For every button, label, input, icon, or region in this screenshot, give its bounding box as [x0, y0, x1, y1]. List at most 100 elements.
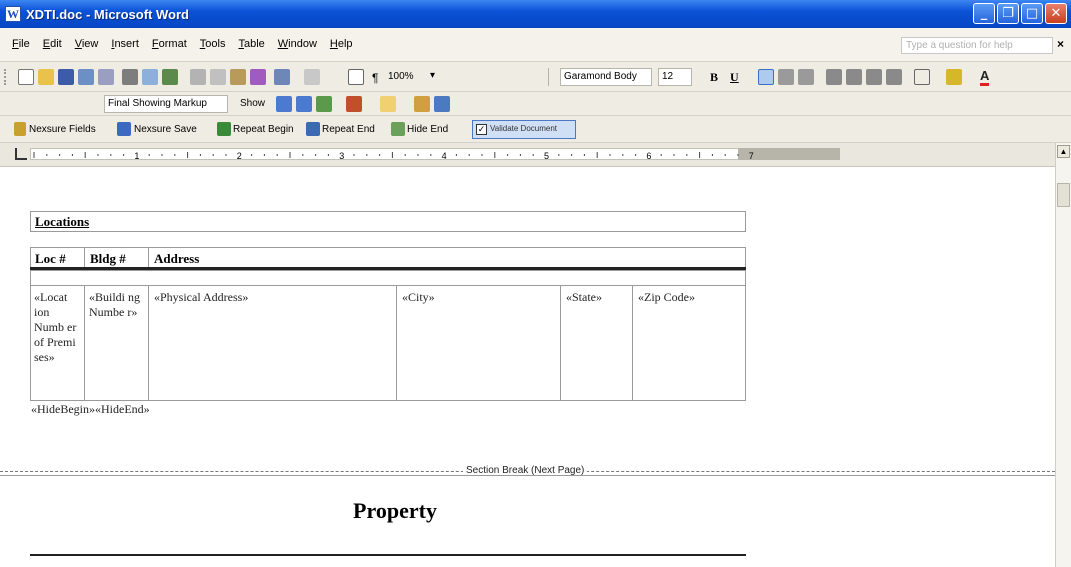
zoom-dropdown-icon[interactable]: ▾ — [430, 70, 435, 81]
hide-begin-end-fields[interactable]: «HideBegin»«HideEnd» — [31, 402, 150, 417]
show-hide-pilcrow-icon[interactable]: ¶ — [372, 71, 378, 85]
copy-icon[interactable] — [210, 69, 226, 85]
property-rule-line — [30, 554, 746, 556]
field-building-number[interactable]: «Buildi ng Numbe r» — [89, 290, 145, 320]
menu-format[interactable]: Format — [152, 38, 187, 50]
borders-icon[interactable] — [914, 69, 930, 85]
format-painter-icon[interactable] — [250, 69, 266, 85]
cut-icon[interactable] — [190, 69, 206, 85]
accept-change-icon[interactable] — [316, 96, 332, 112]
menu-edit[interactable]: Edit — [43, 38, 62, 50]
minimize-button[interactable]: _ — [973, 3, 995, 24]
field-city[interactable]: «City» — [402, 290, 435, 305]
hide-end-icon — [391, 122, 405, 136]
menu-tools[interactable]: Tools — [200, 38, 226, 50]
nexsure-save-icon — [117, 122, 131, 136]
standard-toolbar: ¶ 100% ▾ Garamond Body 12 B U A — [0, 62, 1071, 92]
zoom-combo[interactable]: 100% — [388, 71, 414, 82]
ruler-number: 3 — [339, 151, 344, 161]
nexsure-toolbar: Nexsure Fields Nexsure Save Repeat Begin… — [0, 116, 1071, 143]
ruler-number: 5 — [544, 151, 549, 161]
close-button[interactable]: ✕ — [1045, 3, 1067, 24]
open-folder-icon[interactable] — [38, 69, 54, 85]
menu-view[interactable]: View — [75, 38, 99, 50]
font-size-combo[interactable]: 12 — [658, 68, 692, 86]
next-change-icon[interactable] — [296, 96, 312, 112]
reviewing-toolbar: Final Showing Markup Show — [0, 92, 1071, 116]
menu-bar: File Edit View Insert Format Tools Table… — [0, 28, 1071, 62]
markup-display-combo[interactable]: Final Showing Markup — [104, 95, 228, 113]
previous-change-icon[interactable] — [276, 96, 292, 112]
ruler-number: 4 — [442, 151, 447, 161]
nexsure-save-button[interactable]: Nexsure Save — [134, 124, 197, 135]
ruler-number: 1 — [134, 151, 139, 161]
menu-help[interactable]: Help — [330, 38, 353, 50]
track-changes-icon[interactable] — [414, 96, 430, 112]
horizontal-ruler[interactable]: 1 2 3 4 5 6 7 — [0, 143, 1071, 167]
field-location-number[interactable]: «Locat ion Numb er of Premi ses» — [34, 290, 82, 365]
align-left-icon[interactable] — [758, 69, 774, 85]
font-color-icon[interactable]: A — [980, 68, 990, 86]
ruler-ticks: 1 2 3 4 5 6 7 — [33, 151, 754, 161]
paste-icon[interactable] — [230, 69, 246, 85]
checkbox-icon: ✓ — [476, 124, 487, 135]
locations-title: Locations — [35, 214, 90, 229]
restore-button[interactable]: ❐ — [997, 3, 1019, 24]
property-heading: Property — [353, 498, 437, 523]
tab-selector-icon[interactable] — [15, 148, 27, 160]
repeat-end-button[interactable]: Repeat End — [322, 124, 375, 135]
maximize-button[interactable]: □ — [1021, 3, 1043, 24]
permission-icon[interactable] — [78, 69, 94, 85]
redo-icon[interactable] — [304, 69, 320, 85]
print-preview-icon[interactable] — [142, 69, 158, 85]
decrease-indent-icon[interactable] — [866, 69, 882, 85]
highlight-icon[interactable] — [946, 69, 962, 85]
window-title: XDTI.doc - Microsoft Word — [26, 6, 189, 22]
validate-document-label: Validate Document — [490, 124, 557, 133]
spelling-icon[interactable] — [162, 69, 178, 85]
numbering-icon[interactable] — [826, 69, 842, 85]
undo-icon[interactable] — [274, 69, 290, 85]
vertical-scrollbar[interactable]: ▲ — [1055, 143, 1071, 567]
increase-indent-icon[interactable] — [886, 69, 902, 85]
field-zip-code[interactable]: «Zip Code» — [638, 290, 695, 305]
scroll-thumb[interactable] — [1057, 183, 1070, 207]
reviewing-pane-icon[interactable] — [434, 96, 450, 112]
ruler-number: 6 — [646, 151, 651, 161]
underline-button[interactable]: U — [730, 70, 739, 85]
print-icon[interactable] — [122, 69, 138, 85]
align-right-icon[interactable] — [798, 69, 814, 85]
insert-table-icon[interactable] — [348, 69, 364, 85]
header-loc-number: Loc # — [35, 251, 66, 266]
save-icon[interactable] — [58, 69, 74, 85]
scroll-up-icon[interactable]: ▲ — [1057, 145, 1070, 158]
new-document-icon[interactable] — [18, 69, 34, 85]
repeat-begin-icon — [217, 122, 231, 136]
document-page[interactable]: Locations Loc # Bldg # Address «Locat io… — [0, 168, 1055, 567]
validate-document-button[interactable]: ✓ Validate Document — [472, 120, 576, 139]
menu-table[interactable]: Table — [238, 38, 264, 50]
word-app-icon: W — [5, 6, 21, 22]
help-search-input[interactable]: Type a question for help — [901, 37, 1053, 54]
email-icon[interactable] — [98, 69, 114, 85]
hide-end-button[interactable]: Hide End — [407, 124, 448, 135]
nexsure-fields-button[interactable]: Nexsure Fields — [29, 124, 96, 135]
bullets-icon[interactable] — [846, 69, 862, 85]
title-bar: W XDTI.doc - Microsoft Word _ ❐ □ ✕ — [0, 0, 1071, 28]
align-center-icon[interactable] — [778, 69, 794, 85]
reject-change-icon[interactable] — [346, 96, 362, 112]
menu-file[interactable]: File — [12, 38, 30, 50]
ruler-number: 2 — [237, 151, 242, 161]
insert-comment-icon[interactable] — [380, 96, 396, 112]
menu-window[interactable]: Window — [278, 38, 317, 50]
close-document-icon[interactable]: × — [1057, 37, 1064, 51]
section-break: Section Break (Next Page) — [0, 465, 1055, 476]
menu-insert[interactable]: Insert — [111, 38, 139, 50]
font-name-combo[interactable]: Garamond Body — [560, 68, 652, 86]
field-physical-address[interactable]: «Physical Address» — [154, 290, 248, 305]
ruler-number: 7 — [749, 151, 754, 161]
bold-button[interactable]: B — [710, 70, 718, 85]
show-menu-button[interactable]: Show — [240, 98, 265, 109]
repeat-begin-button[interactable]: Repeat Begin — [233, 124, 294, 135]
field-state[interactable]: «State» — [566, 290, 602, 305]
